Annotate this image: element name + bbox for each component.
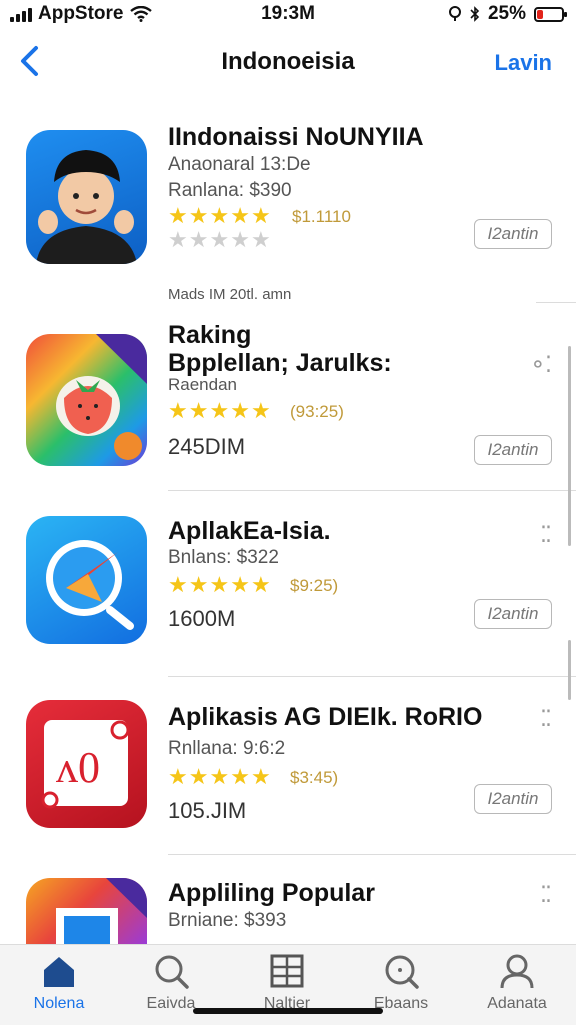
person-icon <box>500 954 534 989</box>
app-name-4[interactable]: Aplikasis AG DIEIk. RoRIO <box>168 703 482 732</box>
tab-search[interactable]: Eaivda <box>126 951 216 1013</box>
app-price-3: $9:25) <box>290 576 339 595</box>
star-rating-2: ★ ★ ★ ★ ★ <box>168 398 271 423</box>
status-bar: AppStore 19:3M 25% <box>0 0 576 30</box>
app-rating-text-4: Rnllana: 9:6:2 <box>168 738 286 759</box>
row-divider <box>168 490 576 491</box>
avatar-icon <box>36 150 137 264</box>
app-icon-4[interactable]: ʌ0 <box>26 700 147 828</box>
scroll-indicator[interactable] <box>568 346 571 546</box>
search-alt-icon <box>385 955 419 989</box>
strawberry-icon <box>56 334 147 460</box>
get-button-2[interactable]: I2antin <box>474 435 552 465</box>
star-rating-3: ★ ★ ★ ★ ★ <box>168 572 271 597</box>
app-name-1[interactable]: IIndonaissi NoUNYIIA <box>168 123 424 152</box>
page-title: Indonoeisia <box>221 48 355 75</box>
home-icon <box>44 957 74 987</box>
star-rating-4: ★ ★ ★ ★ ★ <box>168 764 271 789</box>
star-rating-1: ★ ★ ★ ★ ★ <box>168 203 271 228</box>
list-icon <box>270 954 304 988</box>
row-divider <box>536 302 576 303</box>
app-name-3[interactable]: ApllakEa-Isia. <box>168 517 331 546</box>
app-price-2: (93:25) <box>290 402 344 421</box>
app-rating-text-3: Bnlans: $322 <box>168 547 279 568</box>
search-icon <box>155 955 189 989</box>
more-dots-icon[interactable]: ⁚⁚ <box>540 882 552 908</box>
app-price-1: $1.1110 <box>292 207 351 226</box>
tab-label-account: Adanata <box>487 995 547 1012</box>
battery-percent: 25% <box>487 3 526 24</box>
tab-account[interactable]: Adanata <box>472 951 562 1013</box>
nav-action-button[interactable]: Lavin <box>495 50 552 76</box>
star-rating-empty-1: ★ ★ ★ ★ ★ <box>168 227 271 252</box>
app-name-5[interactable]: Appliling Popular <box>168 879 375 908</box>
tab-home[interactable]: Nolena <box>14 951 104 1013</box>
app-rating-text-5: Brniane: $393 <box>168 910 287 931</box>
app-rating-text-1: Ranlana: $390 <box>168 180 292 201</box>
bluetooth-icon <box>470 6 480 22</box>
tab-list[interactable]: Naltier <box>242 951 332 1013</box>
app-icon-3[interactable] <box>26 516 147 644</box>
app-size-3: 1600M <box>168 606 236 631</box>
more-dots-icon[interactable]: ⁚⁚ <box>540 522 552 548</box>
section-note: Mads IM 20tl. amn <box>168 286 292 303</box>
battery-level <box>537 9 543 19</box>
battery-icon <box>534 6 567 22</box>
app-subtitle-1: Anaonaral 13:De <box>168 154 311 175</box>
chart-app-icon <box>56 878 147 944</box>
app-price-4: $3:45) <box>290 768 339 787</box>
get-button-1[interactable]: I2antin <box>474 219 552 249</box>
more-dots-icon[interactable]: ⚬⁚ <box>529 352 552 378</box>
photo-editor-icon: ʌ0 <box>41 720 130 809</box>
app-icon-1[interactable] <box>26 130 147 264</box>
get-button-4[interactable]: I2antin <box>474 784 552 814</box>
more-dots-icon[interactable]: ⁚⁚ <box>540 706 552 732</box>
row-divider <box>168 676 576 677</box>
home-indicator[interactable] <box>193 1008 383 1014</box>
svg-text:ʌ0: ʌ0 <box>56 743 100 792</box>
row-divider <box>168 854 576 855</box>
app-icon-5[interactable] <box>26 878 147 944</box>
status-right: 25% <box>448 3 567 25</box>
location-icon <box>448 6 461 21</box>
app-icon-2[interactable] <box>26 334 147 466</box>
app-size-2: 245DIM <box>168 434 246 459</box>
app-name-2[interactable]: Raking Bpplellan; Jarulks: <box>168 321 392 377</box>
scroll-indicator-lower <box>568 640 571 700</box>
navigation-bar: Indonoeisia Lavin <box>0 30 576 94</box>
tab-discover[interactable]: Ebaans <box>356 951 446 1013</box>
tab-label-home: Nolena <box>33 995 85 1012</box>
compass-icon <box>46 540 134 630</box>
get-button-3[interactable]: I2antin <box>474 599 552 629</box>
app-size-4: 105.JIM <box>168 798 247 823</box>
app-subtitle-2: Raendan <box>168 375 238 394</box>
